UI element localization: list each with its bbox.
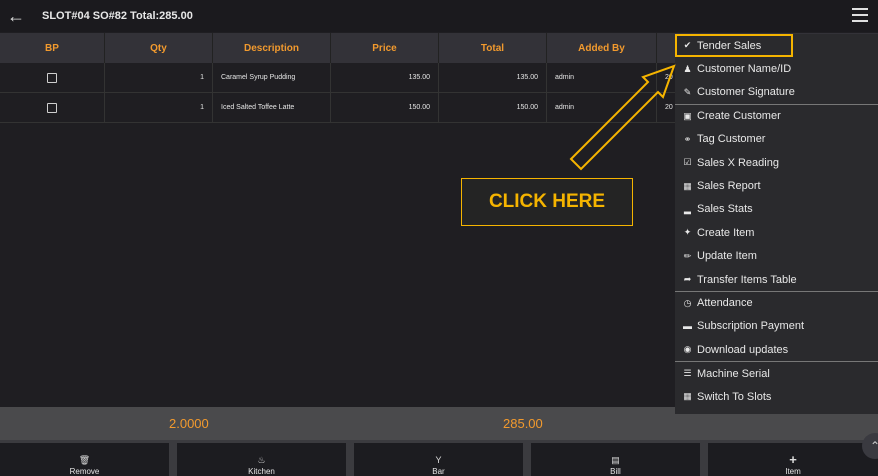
menu-item-download-updates[interactable]: ◉ Download updates (675, 338, 878, 361)
hamburger-icon[interactable] (852, 8, 868, 22)
price-cell: 150.00 (331, 93, 439, 122)
kitchen-button-label: Kitchen (248, 467, 275, 476)
bp-cell (0, 93, 105, 122)
user-icon: ♟ (683, 63, 692, 74)
item-button[interactable]: + Item (708, 443, 878, 476)
bp-checkbox[interactable] (47, 102, 57, 113)
magic-wand-icon: ✦ (683, 227, 692, 238)
column-header-price: Price (331, 33, 439, 63)
report-icon: ▦ (683, 180, 692, 191)
check-icon: ✔ (683, 40, 692, 51)
total-cell: 135.00 (439, 63, 547, 92)
menu-item-create-item[interactable]: ✦ Create Item (675, 221, 878, 244)
menu-item-label: Create Item (697, 226, 755, 239)
menu-item-label: Tender Sales (697, 39, 762, 52)
page-title: SLOT#04 SO#82 Total:285.00 (42, 10, 193, 22)
menu-item-create-customer[interactable]: ▣ Create Customer (675, 104, 878, 127)
share-icon: ➦ (683, 274, 692, 285)
menu-item-machine-serial[interactable]: ☰ Machine Serial (675, 361, 878, 384)
globe-icon: ◉ (683, 344, 692, 355)
menu-item-label: Customer Name/ID (697, 63, 792, 76)
bar-button-label: Bar (432, 467, 445, 476)
remove-button[interactable]: 🗑 Remove (0, 443, 169, 476)
callout-arrow-icon (569, 64, 676, 171)
column-header-qty: Qty (105, 33, 213, 63)
item-button-label: Item (785, 467, 801, 476)
qty-cell: 1 (105, 93, 213, 122)
kitchen-button[interactable]: ♨ Kitchen (177, 443, 346, 476)
arrow-left-icon[interactable]: ← (0, 6, 32, 27)
menu-item-label: Sales Stats (697, 203, 753, 216)
menu-item-transfer-items-table[interactable]: ➦ Transfer Items Table (675, 268, 878, 291)
id-card-icon: ▣ (683, 110, 692, 121)
grid-icon: ▦ (683, 391, 692, 402)
menu-item-tag-customer[interactable]: ⚭ Tag Customer (675, 128, 878, 151)
tag-icon: ⚭ (683, 133, 692, 144)
signature-icon: ✎ (683, 86, 692, 97)
remove-button-label: Remove (69, 467, 100, 476)
qty-total: 2.0000 (169, 416, 209, 431)
barcode-icon: ☰ (683, 368, 692, 379)
menu-item-tender-sales[interactable]: ✔ Tender Sales (675, 34, 793, 58)
top-bar: ← SLOT#04 SO#82 Total:285.00 (0, 0, 878, 32)
bar-button[interactable]: Y Bar (354, 443, 523, 476)
bar-chart-icon: ▂ (684, 203, 691, 214)
clock-icon: ◷ (683, 297, 692, 308)
bill-button-label: Bill (610, 467, 621, 476)
menu-item-switch-to-slots[interactable]: ▦ Switch To Slots (675, 385, 878, 408)
click-here-callout: CLICK HERE (461, 178, 633, 226)
bill-button[interactable]: ▤ Bill (531, 443, 700, 476)
menu-item-label: Attendance (697, 297, 753, 310)
column-header-bp: BP (0, 33, 105, 63)
menu-item-label: Download updates (697, 343, 789, 356)
action-bar: 🗑 Remove ♨ Kitchen Y Bar ▤ Bill + Item (0, 440, 878, 476)
chef-icon: ♨ (257, 455, 266, 465)
menu-item-label: Create Customer (697, 110, 781, 123)
menu-item-label: Update Item (697, 250, 757, 263)
receipt-icon: ▤ (611, 455, 620, 465)
total-cell: 150.00 (439, 93, 547, 122)
description-cell: Iced Salted Toffee Latte (213, 93, 331, 122)
menu-item-label: Switch To Slots (697, 390, 772, 403)
options-menu: ✔ Tender Sales ♟ Customer Name/ID ✎ Cust… (675, 34, 878, 414)
cocktail-icon: Y (435, 455, 442, 465)
pencil-icon: ✏ (683, 250, 692, 261)
menu-item-label: Subscription Payment (697, 320, 804, 333)
menu-item-customer-name-id[interactable]: ♟ Customer Name/ID (675, 57, 878, 80)
credit-card-icon: ▬ (683, 321, 692, 332)
plus-icon: + (789, 452, 797, 467)
menu-item-label: Sales Report (697, 180, 761, 193)
menu-item-sales-x-reading[interactable]: ☑ Sales X Reading (675, 151, 878, 174)
menu-item-subscription-payment[interactable]: ▬ Subscription Payment (675, 315, 878, 338)
clipboard-check-icon: ☑ (683, 157, 692, 168)
menu-item-sales-stats[interactable]: ▂ Sales Stats (675, 198, 878, 221)
trash-icon: 🗑 (78, 455, 91, 465)
menu-item-attendance[interactable]: ◷ Attendance (675, 291, 878, 314)
menu-item-label: Transfer Items Table (697, 273, 797, 286)
menu-item-label: Tag Customer (697, 133, 766, 146)
description-cell: Caramel Syrup Pudding (213, 63, 331, 92)
menu-item-label: Sales X Reading (697, 156, 779, 169)
column-header-description: Description (213, 33, 331, 63)
menu-item-label: Machine Serial (697, 367, 770, 380)
qty-cell: 1 (105, 63, 213, 92)
bp-cell (0, 63, 105, 92)
bp-checkbox[interactable] (47, 72, 57, 83)
menu-item-update-item[interactable]: ✏ Update Item (675, 245, 878, 268)
column-header-total: Total (439, 33, 547, 63)
menu-item-sales-report[interactable]: ▦ Sales Report (675, 174, 878, 197)
menu-item-customer-signature[interactable]: ✎ Customer Signature (675, 81, 878, 104)
amount-total: 285.00 (503, 416, 543, 431)
menu-item-label: Customer Signature (697, 86, 795, 99)
price-cell: 135.00 (331, 63, 439, 92)
